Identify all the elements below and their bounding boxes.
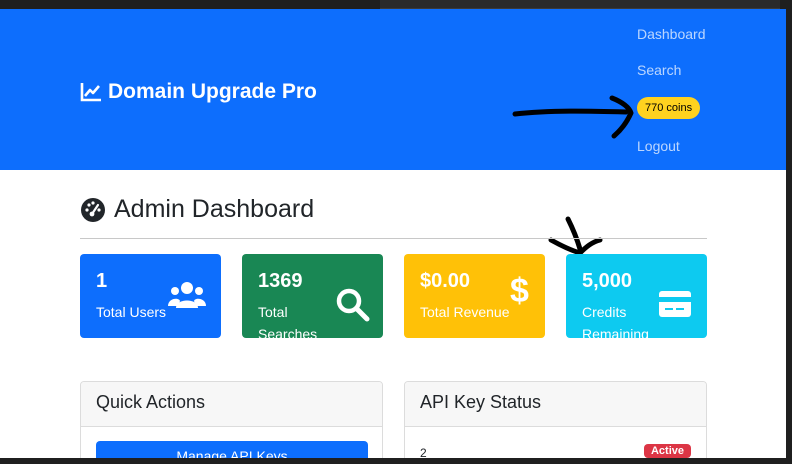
tachometer-icon: [81, 197, 105, 222]
manage-api-keys-button[interactable]: Manage API Keys: [96, 441, 368, 458]
stat-value: 1369: [258, 270, 303, 292]
stat-label-line1: Credits: [582, 304, 627, 320]
divider: [80, 238, 707, 239]
users-icon: [168, 282, 206, 308]
stat-label-line2: Searches: [258, 326, 318, 342]
dollar-icon: $: [510, 272, 529, 310]
nav-link-dashboard[interactable]: Dashboard: [637, 26, 706, 42]
page-viewport: Domain Upgrade Pro Dashboard Search 770 …: [0, 9, 786, 458]
annotation-arrow-icon: [512, 95, 634, 139]
nav-link-search[interactable]: Search: [637, 62, 681, 78]
stat-label-line2: Remaining: [582, 326, 649, 342]
panel-header: API Key Status: [405, 382, 706, 427]
stat-label: Total Users: [96, 304, 167, 320]
quick-actions-panel: Quick Actions Manage API Keys: [80, 381, 383, 458]
stat-card-total-revenue: $0.00 Total Revenue $: [404, 254, 545, 338]
status-badge: Active: [643, 444, 691, 458]
search-icon: [336, 288, 370, 322]
stat-label: Total Revenue: [420, 304, 510, 320]
stat-label-line1: Total: [258, 304, 288, 320]
page-title-text: Admin Dashboard: [114, 195, 315, 223]
browser-tab-strip: [0, 0, 792, 9]
button-label: Manage API Keys: [176, 448, 288, 458]
browser-tab[interactable]: [380, 0, 780, 9]
stat-card-total-users: 1 Total Users: [80, 254, 221, 338]
chart-line-icon: [80, 83, 101, 102]
stat-card-total-searches: 1369 Total Searches: [242, 254, 383, 342]
nav-link-logout[interactable]: Logout: [637, 138, 680, 154]
stat-value: 5,000: [582, 270, 633, 292]
browser-frame: Domain Upgrade Pro Dashboard Search 770 …: [0, 0, 792, 464]
api-key-row-number: 2: [420, 446, 427, 458]
navbar: Domain Upgrade Pro Dashboard Search 770 …: [0, 9, 786, 170]
page-title: Admin Dashboard: [80, 195, 314, 224]
api-key-status-panel: API Key Status 2 Active: [404, 381, 707, 458]
coins-badge: 770 coins: [637, 97, 701, 119]
credit-card-icon: [659, 291, 691, 317]
navbar-brand[interactable]: Domain Upgrade Pro: [80, 79, 317, 105]
brand-title: Domain Upgrade Pro: [108, 80, 317, 103]
scrollbar[interactable]: [786, 9, 792, 458]
stat-card-credits-remaining: 5,000 Credits Remaining: [566, 254, 707, 342]
stat-value: 1: [96, 270, 108, 292]
panel-header: Quick Actions: [81, 382, 382, 427]
stat-value: $0.00: [420, 270, 471, 292]
